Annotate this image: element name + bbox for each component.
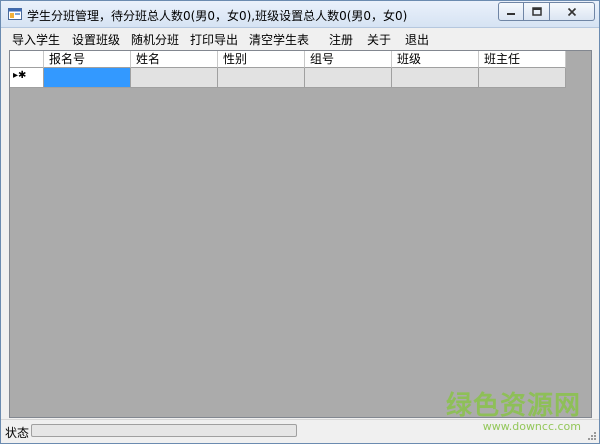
title-bar[interactable]: 学生分班管理，待分班总人数0(男0，女0),班级设置总人数0(男0，女0) (1, 1, 599, 28)
minimize-icon (507, 12, 515, 15)
column-header-class[interactable]: 班级 (392, 51, 479, 68)
watermark-logo: 绿色资源网 (445, 391, 581, 421)
watermark-url: www.downcc.com (482, 420, 581, 433)
app-window: 学生分班管理，待分班总人数0(男0，女0),班级设置总人数0(男0，女0) 导入… (0, 0, 600, 444)
cell-group-no[interactable] (305, 68, 392, 88)
column-header-gender[interactable]: 性别 (218, 51, 305, 68)
column-header-registration-no[interactable]: 报名号 (44, 51, 131, 68)
menu-bar: 导入学生 设置班级 随机分班 打印导出 清空学生表 注册 关于 退出 (1, 28, 599, 49)
menu-print-export[interactable]: 打印导出 (190, 31, 238, 48)
cell-gender[interactable] (218, 68, 305, 88)
cell-name[interactable] (131, 68, 218, 88)
close-button[interactable] (550, 2, 595, 21)
close-icon (567, 7, 577, 16)
grid-corner-header[interactable] (10, 51, 44, 68)
watermark: 绿色资源网 www.downcc.com (446, 392, 581, 433)
resize-grip-icon[interactable] (587, 431, 597, 441)
menu-import-students[interactable]: 导入学生 (12, 31, 60, 48)
cell-registration-no[interactable] (44, 68, 131, 88)
menu-clear-students[interactable]: 清空学生表 (249, 31, 309, 48)
student-grid[interactable]: 报名号 姓名 性别 组号 班级 班主任 ▸✱ (9, 50, 592, 418)
window-controls (498, 2, 595, 21)
window-title: 学生分班管理，待分班总人数0(男0，女0),班级设置总人数0(男0，女0) (27, 9, 408, 23)
menu-exit[interactable]: 退出 (405, 31, 429, 48)
column-header-head-teacher[interactable]: 班主任 (479, 51, 566, 68)
app-icon (8, 8, 22, 20)
row-header[interactable]: ▸✱ (10, 68, 44, 88)
minimize-button[interactable] (498, 2, 524, 21)
maximize-icon (531, 6, 542, 16)
maximize-button[interactable] (524, 2, 550, 21)
status-label: 状态 (5, 426, 30, 440)
menu-random-assign[interactable]: 随机分班 (131, 31, 179, 48)
column-header-group-no[interactable]: 组号 (305, 51, 392, 68)
cell-class[interactable] (392, 68, 479, 88)
progress-bar (31, 424, 297, 437)
menu-register[interactable]: 注册 (329, 31, 353, 48)
menu-setup-classes[interactable]: 设置班级 (72, 31, 120, 48)
cell-head-teacher[interactable] (479, 68, 566, 88)
column-header-name[interactable]: 姓名 (131, 51, 218, 68)
menu-about[interactable]: 关于 (367, 31, 391, 48)
new-row-indicator-icon: ▸✱ (13, 70, 27, 81)
